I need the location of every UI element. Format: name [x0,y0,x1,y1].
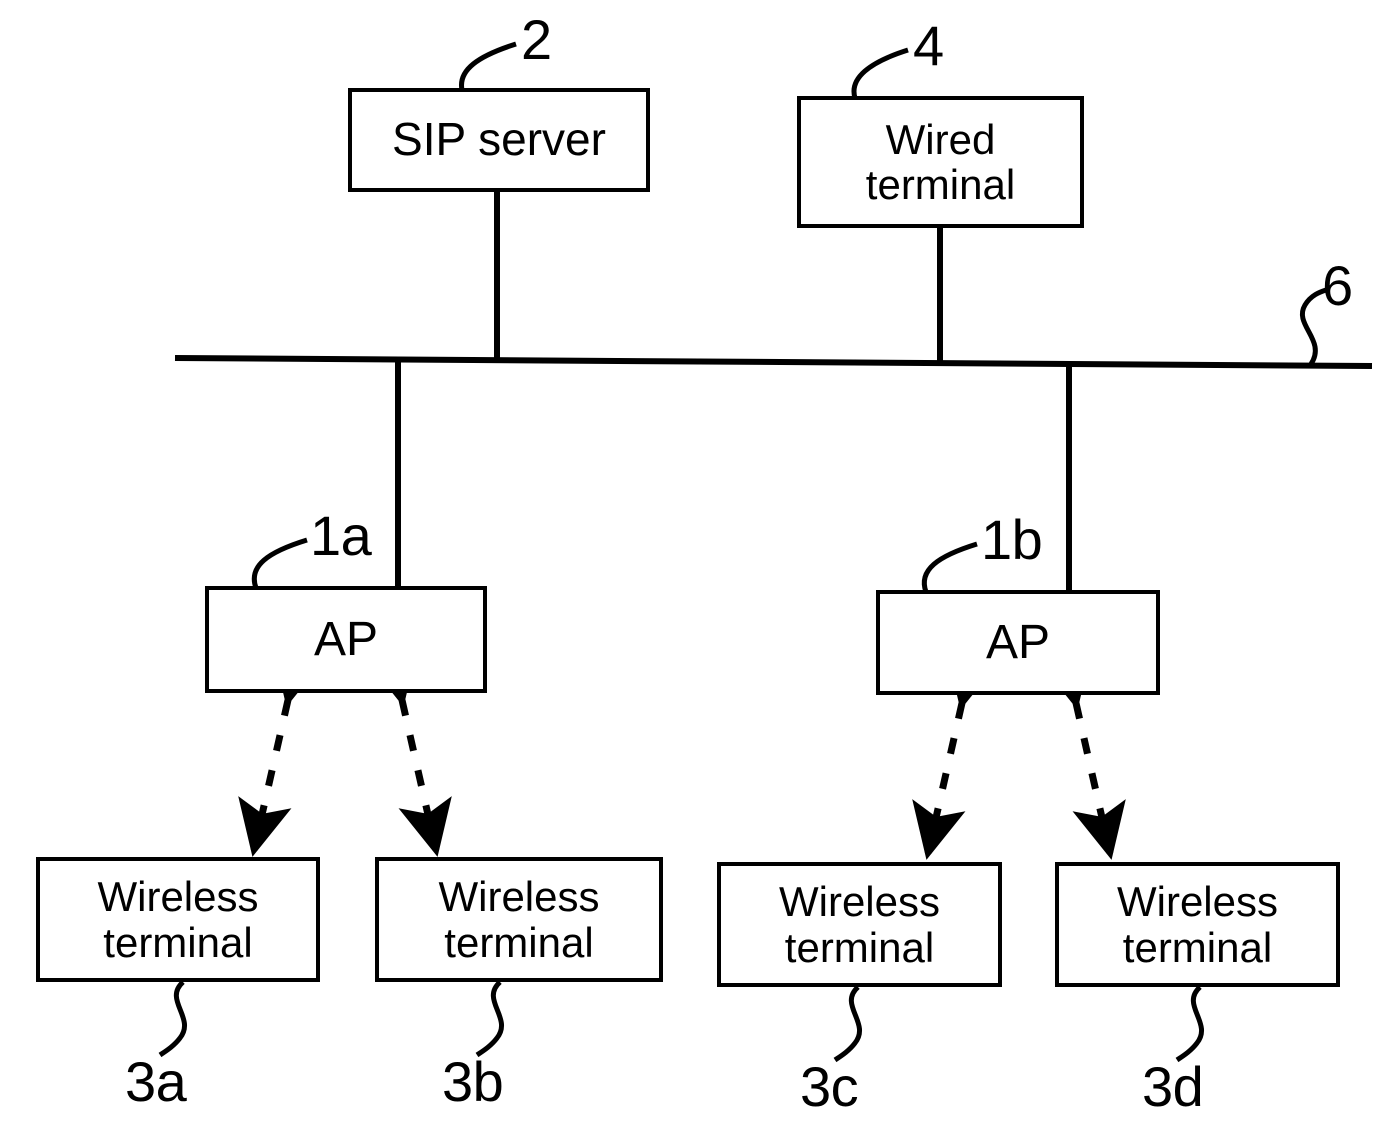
wireless-link-ap-left-terminal-b [364,646,452,857]
node-wireless-terminal-a-label-line1: Wireless [97,873,259,921]
node-wireless-terminal-a[interactable]: Wireless terminal [36,857,320,982]
wireless-link-ap-right-terminal-d [1038,649,1126,860]
leader-line-3d [1175,985,1205,1063]
node-access-point-right[interactable]: AP [876,590,1160,695]
leader-line-1a [251,537,308,589]
reference-numeral-4: 4 [913,14,944,77]
node-access-point-left-label: AP [313,612,379,666]
node-wireless-terminal-c[interactable]: Wireless terminal [717,862,1002,987]
node-sip-server-label: SIP server [392,113,606,166]
node-access-point-right-label: AP [985,615,1051,669]
node-wired-terminal-label-line1: Wired [885,115,996,163]
wireless-link-ap-left-terminal-a [238,646,326,857]
reference-numeral-3d: 3d [1142,1055,1204,1118]
node-wireless-terminal-d-label-line2: terminal [1122,923,1273,971]
node-wireless-terminal-c-label-line2: terminal [784,923,935,971]
reference-numeral-1a: 1a [310,504,372,567]
node-sip-server[interactable]: SIP server [348,88,650,192]
network-bus-line [174,355,1373,369]
node-wireless-terminal-d-label-line1: Wireless [1116,878,1278,926]
node-wireless-terminal-c-label-line1: Wireless [778,878,940,926]
reference-numeral-3c: 3c [800,1055,859,1118]
leader-line-1b [921,541,978,593]
node-wired-terminal-label-line2: terminal [865,161,1016,208]
figure-canvas: SIP server Wired terminal AP AP Wireless… [0,0,1398,1140]
leader-line-3c [833,985,863,1063]
leader-line-2 [459,41,517,91]
node-wireless-terminal-b-label-line2: terminal [444,918,594,966]
node-wireless-terminal-d[interactable]: Wireless terminal [1055,862,1340,987]
leader-line-4 [851,47,909,99]
reference-numeral-1b: 1b [981,508,1043,571]
reference-numeral-3a: 3a [125,1050,187,1113]
reference-numeral-6: 6 [1322,254,1353,317]
leader-line-3a [158,980,188,1058]
reference-numeral-3b: 3b [442,1050,504,1113]
node-wired-terminal[interactable]: Wired terminal [797,96,1084,228]
leader-line-3b [475,980,505,1058]
node-wireless-terminal-a-label-line2: terminal [103,918,253,966]
node-access-point-left[interactable]: AP [205,586,487,693]
node-wireless-terminal-b[interactable]: Wireless terminal [375,857,663,982]
reference-numeral-2: 2 [521,8,552,71]
node-wireless-terminal-b-label-line1: Wireless [438,873,600,921]
wireless-link-ap-right-terminal-c [912,649,1000,860]
